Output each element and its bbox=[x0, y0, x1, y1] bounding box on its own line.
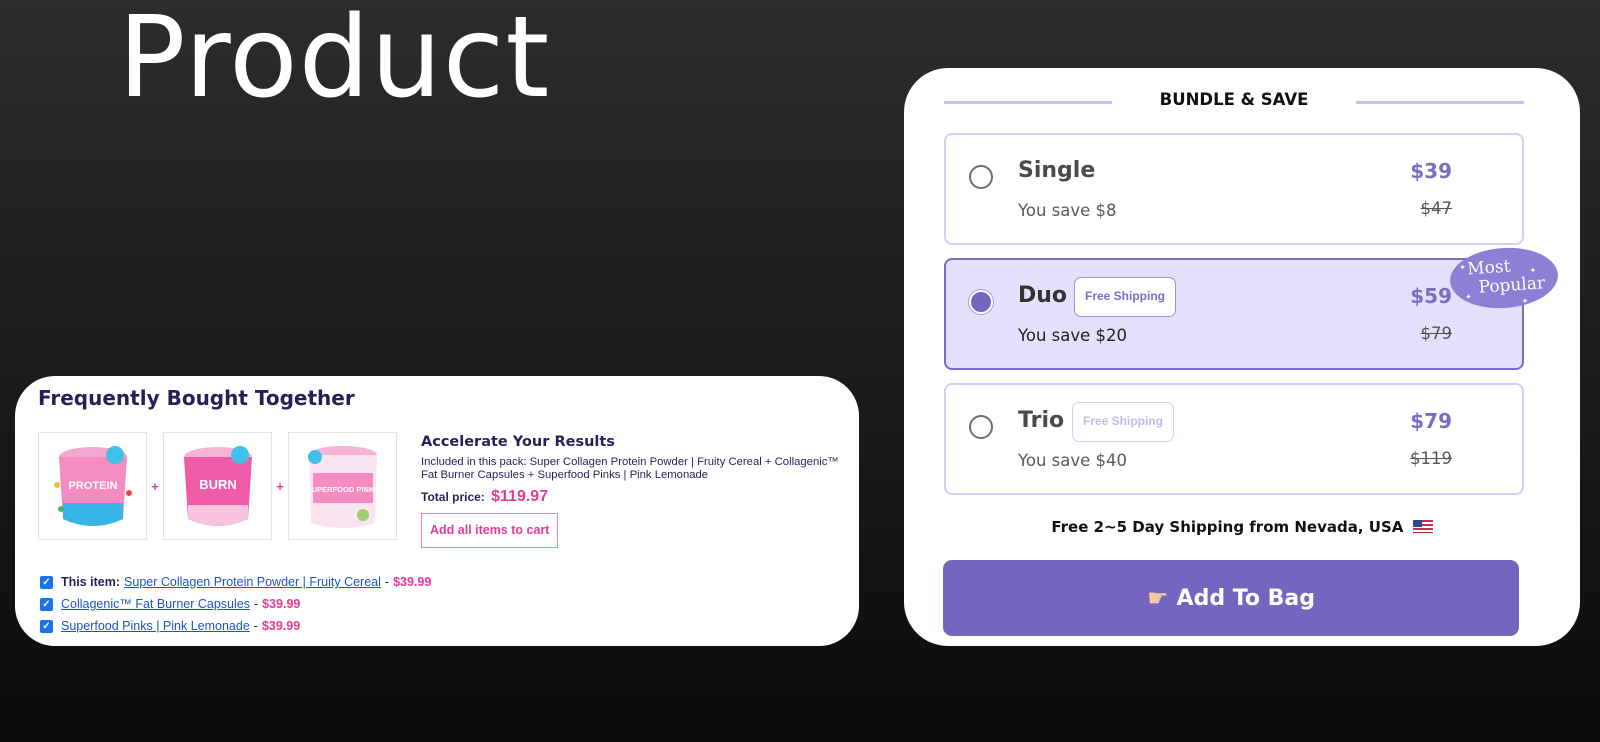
pointing-hand-icon: ☛ bbox=[1147, 584, 1169, 612]
burn-label: BURN bbox=[199, 477, 237, 492]
shipping-text: Free 2~5 Day Shipping from Nevada, USA bbox=[1051, 518, 1404, 536]
fbt-description: Included in this pack: Super Collagen Pr… bbox=[421, 456, 839, 481]
fbt-product-images: PROTEIN + BURN + SUPERFOOD PINKS bbox=[38, 432, 397, 540]
sparkle-icon: ✦ bbox=[1464, 292, 1473, 302]
pinks-label: SUPERFOOD PINKS bbox=[307, 485, 380, 494]
option-old-price: $79 bbox=[1420, 324, 1453, 343]
item-price: $39.99 bbox=[262, 597, 301, 611]
plus-sign: + bbox=[276, 478, 284, 494]
item-price: $39.99 bbox=[261, 619, 301, 633]
frequently-bought-together-card: Frequently Bought Together PROTEIN + BUR… bbox=[15, 376, 859, 646]
bundle-header: BUNDLE & SAVE bbox=[944, 90, 1524, 114]
most-popular-badge: ✦ ✦ ✦ ✦ Most Popular bbox=[1448, 244, 1560, 312]
add-to-bag-label: Add To Bag bbox=[1176, 585, 1315, 611]
option-savings: You save $8 bbox=[1018, 201, 1117, 220]
this-item-label: This item: bbox=[61, 575, 121, 589]
item-price: $39.99 bbox=[393, 575, 432, 589]
list-item: ✓ This item: Super Collagen Protein Powd… bbox=[40, 571, 431, 593]
option-price: $39 bbox=[1410, 159, 1452, 183]
item-checkbox[interactable]: ✓ bbox=[40, 619, 53, 633]
radio-button[interactable] bbox=[969, 290, 993, 314]
item-separator: - bbox=[253, 619, 258, 633]
item-checkbox[interactable]: ✓ bbox=[40, 575, 53, 589]
total-label: Total price: bbox=[421, 490, 485, 504]
item-link[interactable]: Collagenic™ Fat Burner Capsules bbox=[61, 597, 250, 611]
option-old-price: $119 bbox=[1410, 449, 1452, 468]
sparkle-icon: ✦ bbox=[1521, 296, 1529, 306]
divider bbox=[1356, 101, 1524, 104]
option-old-price: $47 bbox=[1420, 199, 1453, 218]
fbt-info: Accelerate Your Results Included in this… bbox=[421, 434, 841, 548]
badge-line-2: Popular bbox=[1477, 273, 1546, 298]
option-price: $79 bbox=[1410, 409, 1452, 433]
item-link[interactable]: Super Collagen Protein Powder | Fruity C… bbox=[124, 575, 381, 589]
product-image-burn[interactable]: BURN bbox=[163, 432, 272, 540]
shipping-info: Free 2~5 Day Shipping from Nevada, USA bbox=[904, 518, 1580, 536]
protein-tub-image: PROTEIN bbox=[54, 446, 132, 526]
product-image-protein[interactable]: PROTEIN bbox=[38, 432, 147, 540]
radio-button[interactable] bbox=[969, 415, 993, 439]
option-savings: You save $20 bbox=[1018, 326, 1128, 345]
plus-sign: + bbox=[151, 478, 159, 494]
protein-label: PROTEIN bbox=[69, 480, 118, 492]
add-to-bag-button[interactable]: ☛ Add To Bag bbox=[943, 560, 1519, 636]
burn-tub-image: BURN bbox=[184, 446, 252, 526]
radio-button[interactable] bbox=[969, 165, 993, 189]
sparkle-icon: ✦ bbox=[1458, 262, 1467, 273]
option-name: Duo bbox=[1018, 283, 1068, 308]
fbt-heading: Accelerate Your Results bbox=[421, 434, 615, 450]
fbt-total: Total price: $119.97 bbox=[421, 488, 841, 506]
fbt-item-list: ✓ This item: Super Collagen Protein Powd… bbox=[40, 571, 431, 637]
product-image-superfood-pinks[interactable]: SUPERFOOD PINKS bbox=[288, 432, 397, 540]
bundle-option-duo[interactable]: Duo Free Shipping You save $20 $59 $79 bbox=[944, 258, 1524, 370]
item-separator: - bbox=[253, 597, 259, 611]
item-link[interactable]: Superfood Pinks | Pink Lemonade bbox=[61, 619, 250, 633]
total-price: $119.97 bbox=[491, 488, 549, 505]
bundle-title: BUNDLE & SAVE bbox=[1159, 90, 1309, 109]
pinks-tub-image: SUPERFOOD PINKS bbox=[307, 446, 380, 528]
add-all-to-cart-button[interactable]: Add all items to cart bbox=[421, 513, 559, 548]
page-title: Product bbox=[118, 0, 551, 123]
option-price: $59 bbox=[1410, 284, 1452, 308]
item-checkbox[interactable]: ✓ bbox=[40, 597, 53, 611]
bundle-save-card: BUNDLE & SAVE Single You save $8 $39 $47… bbox=[904, 68, 1580, 646]
us-flag-icon bbox=[1412, 520, 1433, 533]
bundle-option-single[interactable]: Single You save $8 $39 $47 bbox=[944, 133, 1524, 245]
option-name: Trio bbox=[1018, 408, 1065, 433]
item-separator: - bbox=[384, 575, 390, 589]
option-savings: You save $40 bbox=[1018, 451, 1128, 470]
bundle-option-trio[interactable]: Trio Free Shipping You save $40 $79 $119 bbox=[944, 383, 1524, 495]
free-shipping-tag: Free Shipping bbox=[1074, 277, 1177, 317]
free-shipping-tag: Free Shipping bbox=[1072, 402, 1175, 442]
fbt-title: Frequently Bought Together bbox=[38, 386, 355, 410]
list-item: ✓ Collagenic™ Fat Burner Capsules - $39.… bbox=[40, 593, 431, 615]
option-name: Single bbox=[1018, 158, 1096, 183]
list-item: ✓ Superfood Pinks | Pink Lemonade - $39.… bbox=[40, 615, 431, 637]
